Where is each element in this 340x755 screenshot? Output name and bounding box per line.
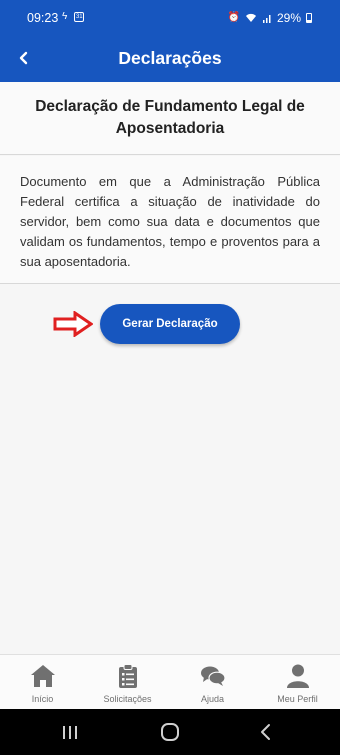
flash-icon: ϟ: [62, 11, 68, 22]
description-section: Documento em que a Administração Pública…: [0, 156, 340, 284]
nav-label-ajuda: Ajuda: [200, 694, 225, 704]
alarm-icon: ⏰: [227, 12, 240, 23]
nav-item-meu-perfil[interactable]: Meu Perfil: [255, 655, 340, 709]
app-bar: Declarações: [0, 36, 340, 82]
declaration-title: Declaração de Fundamento Legal de Aposen…: [35, 98, 305, 137]
declaration-title-section: Declaração de Fundamento Legal de Aposen…: [0, 82, 340, 155]
home-circle-icon[interactable]: [158, 721, 182, 743]
nav-item-ajuda[interactable]: Ajuda: [170, 655, 255, 709]
signal-icon: [262, 15, 271, 23]
battery-percent: 29%: [276, 11, 301, 25]
gerar-declaracao-button[interactable]: Gerar Declaração: [100, 304, 240, 344]
system-nav-bar: [0, 709, 340, 755]
chat-bubbles-icon: [200, 666, 226, 686]
home-icon: [30, 665, 55, 687]
nav-label-inicio: Início: [31, 694, 54, 704]
nav-label-solicitacoes: Solicitações: [103, 694, 152, 704]
nav-label-meu-perfil: Meu Perfil: [277, 694, 318, 704]
clipboard-icon: [118, 664, 137, 688]
battery-icon: [306, 13, 312, 23]
wifi-icon: [245, 13, 256, 22]
status-time: 09:23: [27, 11, 59, 25]
nav-item-inicio[interactable]: Início: [0, 655, 85, 709]
status-bar: 09:23 ϟ 31 ⏰ 29%: [0, 0, 340, 36]
back-icon[interactable]: [254, 721, 278, 743]
user-icon: [286, 664, 309, 688]
declaration-description: Documento em que a Administração Pública…: [20, 174, 320, 269]
nav-item-solicitacoes[interactable]: Solicitações: [85, 655, 170, 709]
page-title: Declarações: [118, 48, 222, 68]
recent-apps-icon[interactable]: [58, 721, 82, 743]
calendar-icon: 31: [74, 12, 85, 22]
right-arrow-icon: [53, 311, 93, 337]
bottom-nav: Início Solicitações Ajuda Meu Perfil: [0, 654, 340, 709]
